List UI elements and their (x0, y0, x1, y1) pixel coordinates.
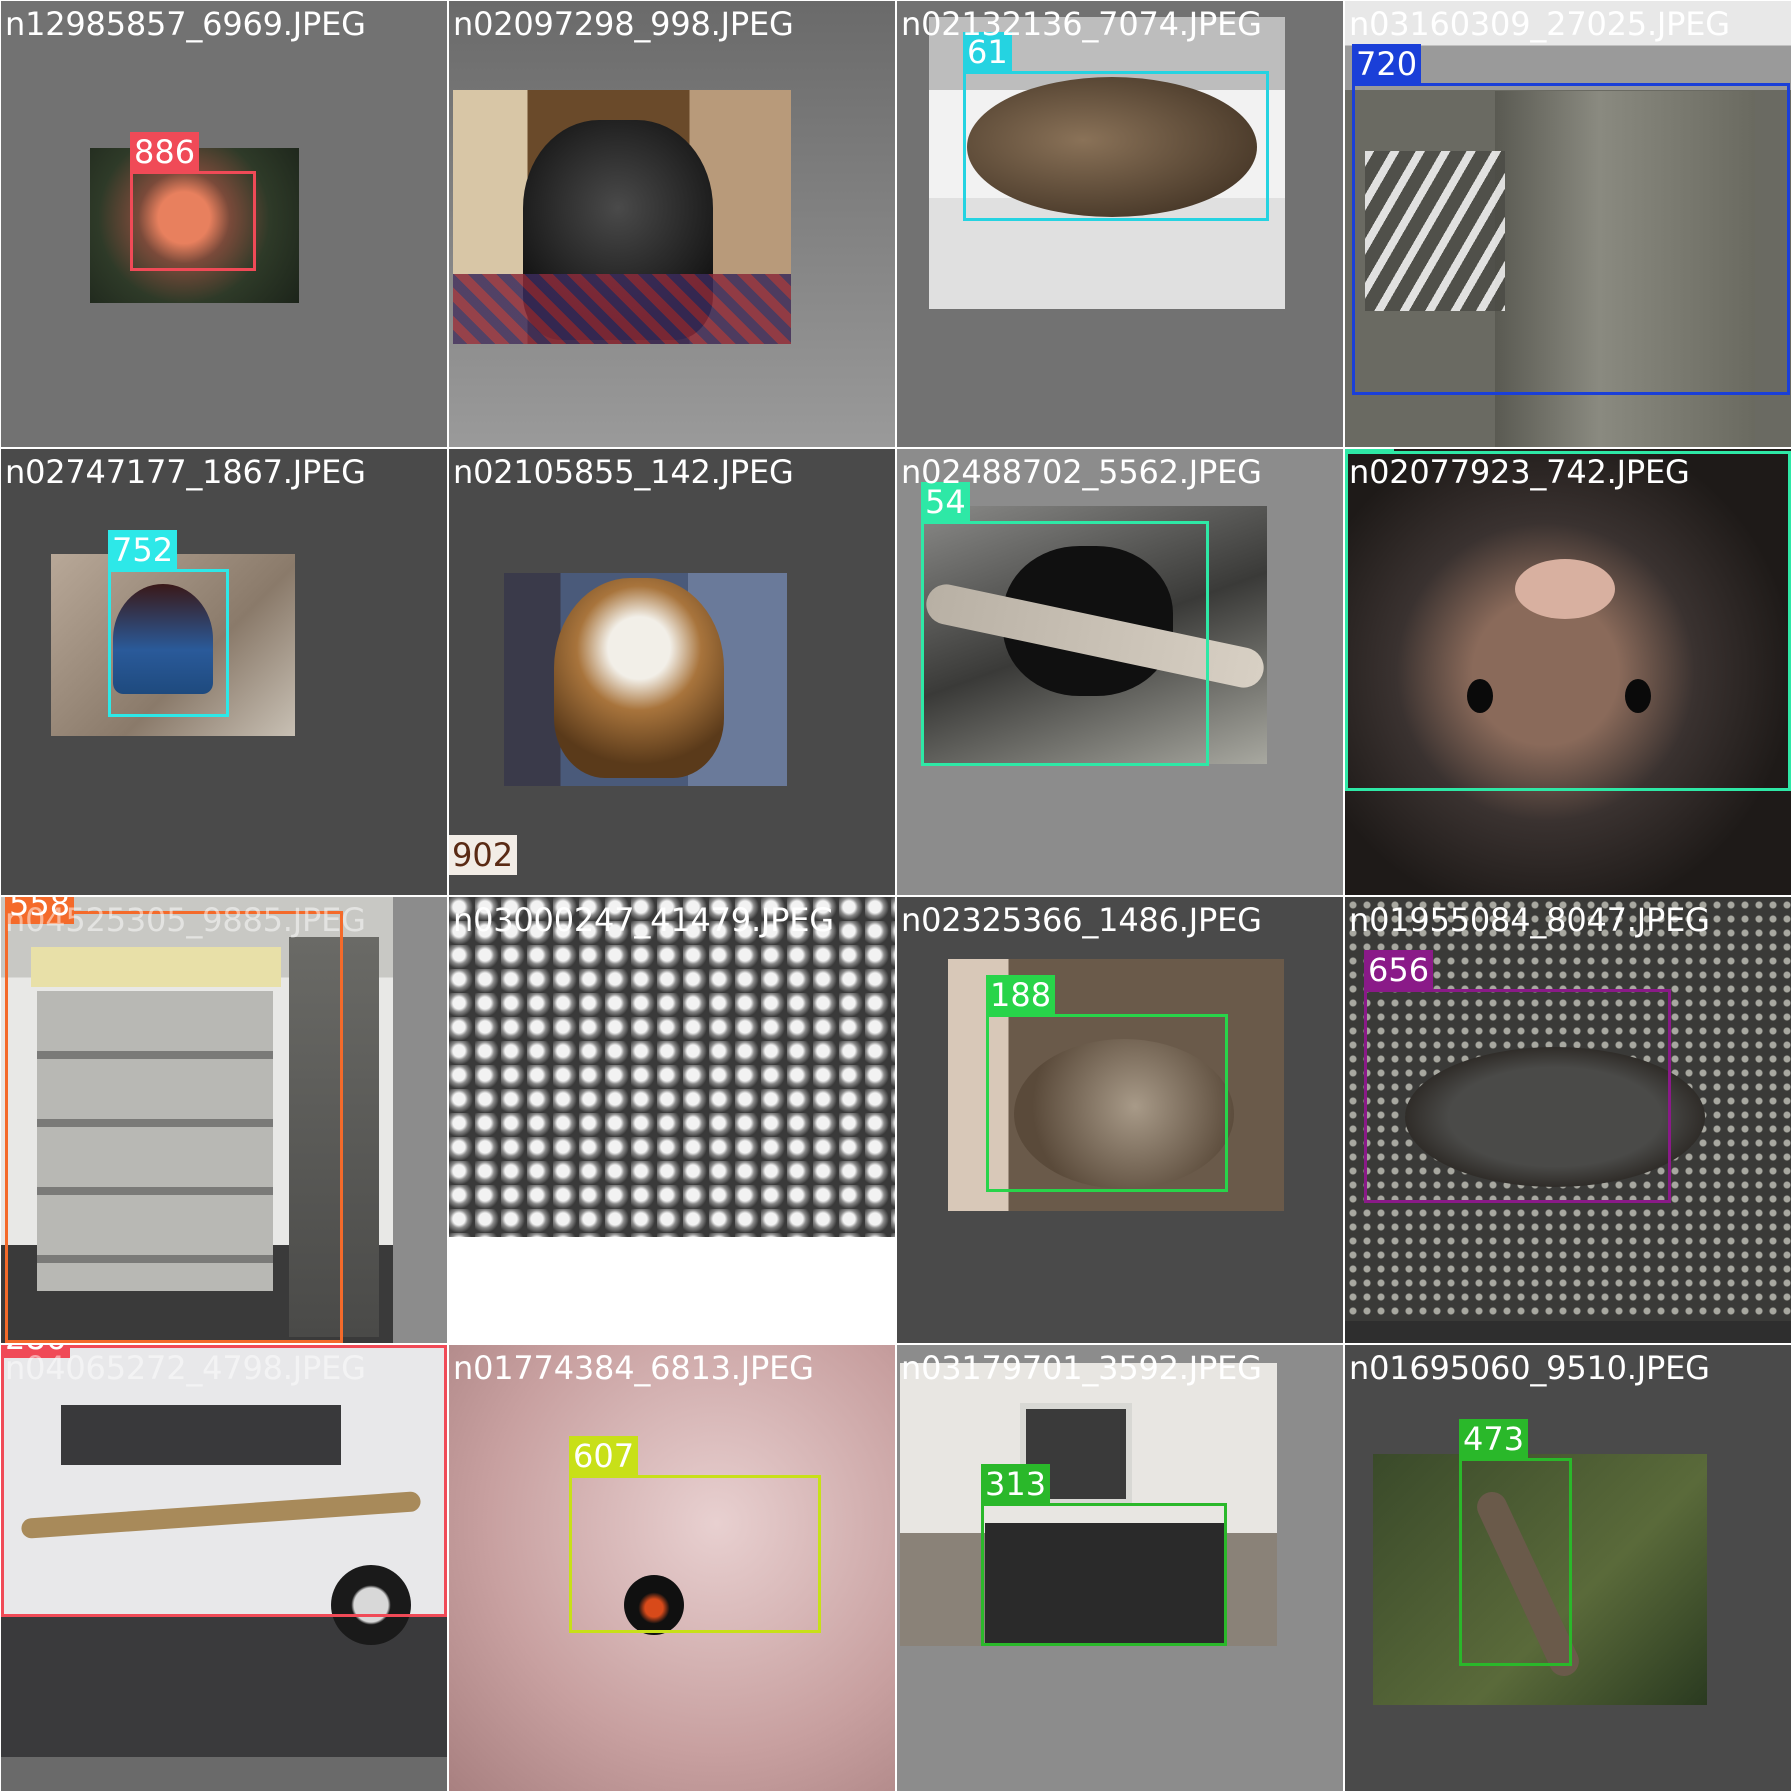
filename: n02325366_1486.JPEG (901, 901, 1262, 939)
bbox-label-902: 902 (449, 835, 518, 875)
bbox-558: 558 (5, 897, 343, 1343)
bbox-473: 473 (1459, 1419, 1572, 1666)
filename: n02077923_742.JPEG (1349, 453, 1690, 491)
bbox-label-473: 473 (1459, 1419, 1529, 1459)
bbox-61: 61 (963, 32, 1269, 221)
filename: n04065272_4798.JPEG (5, 1349, 366, 1387)
bbox-188: 188 (986, 975, 1228, 1192)
tile-10: n03000247_41479.JPEG (449, 897, 895, 1343)
filename: n02097298_998.JPEG (453, 5, 794, 43)
tile-9: 558 n04525305_9885.JPEG (1, 897, 447, 1343)
photo-sheltie (504, 573, 787, 786)
filename: n03179701_3592.JPEG (901, 1349, 1262, 1387)
filename: n02747177_1867.JPEG (5, 453, 366, 491)
filename: n02105855_142.JPEG (453, 453, 794, 491)
tile-8: 14 n02077923_742.JPEG (1345, 449, 1791, 895)
tile-2: n02097298_998.JPEG (449, 1, 895, 447)
filename: n03000247_41479.JPEG (453, 901, 834, 939)
filename: n02488702_5562.JPEG (901, 453, 1262, 491)
bbox-label-752: 752 (108, 530, 178, 570)
bbox-720: 720 (1352, 44, 1790, 395)
tile-7: 54 n02488702_5562.JPEG (897, 449, 1343, 895)
tile-16: 473 n01695060_9510.JPEG (1345, 1345, 1791, 1791)
bbox-label-14: 14 (1345, 449, 1394, 452)
bbox-label-188: 188 (986, 975, 1056, 1015)
bbox-313: 313 (981, 1464, 1227, 1646)
tile-4: 720 n03160309_27025.JPEG (1345, 1, 1791, 447)
bbox-902: 902 (449, 835, 518, 875)
bbox-label-607: 607 (569, 1436, 639, 1476)
tile-5: 752 n02747177_1867.JPEG (1, 449, 447, 895)
bbox-label-656: 656 (1364, 950, 1434, 990)
filename: n01695060_9510.JPEG (1349, 1349, 1710, 1387)
photo-scottish-terrier (453, 90, 791, 344)
filename: n01955084_8047.JPEG (1349, 901, 1710, 939)
tile-6: 902 n02105855_142.JPEG (449, 449, 895, 895)
bbox-label-720: 720 (1352, 44, 1422, 84)
tile-14: 607 n01774384_6813.JPEG (449, 1345, 895, 1791)
bbox-886: 886 (130, 132, 256, 271)
bbox-607: 607 (569, 1436, 821, 1633)
bbox-752: 752 (108, 530, 229, 717)
bbox-14: 14 (1345, 449, 1791, 791)
tile-11: 188 n02325366_1486.JPEG (897, 897, 1343, 1343)
filename: n04525305_9885.JPEG (5, 901, 366, 939)
tile-13: 286 n04065272_4798.JPEG (1, 1345, 447, 1791)
bbox-label-886: 886 (130, 132, 200, 172)
mosaic-grid: 886 n12985857_6969.JPEG n02097298_998.JP… (0, 0, 1792, 1792)
bbox-54: 54 (921, 482, 1209, 766)
filename: n01774384_6813.JPEG (453, 1349, 814, 1387)
bbox-656: 656 (1364, 950, 1671, 1203)
tile-12: 656 n01955084_8047.JPEG (1345, 897, 1791, 1343)
filename: n12985857_6969.JPEG (5, 5, 366, 43)
bbox-label-313: 313 (981, 1464, 1051, 1504)
tile-15: 313 n03179701_3592.JPEG (897, 1345, 1343, 1791)
tile-3: 61 n02132136_7074.JPEG (897, 1, 1343, 447)
tile-1: 886 n12985857_6969.JPEG (1, 1, 447, 447)
photo-chain-mail (449, 897, 895, 1237)
filename: n02132136_7074.JPEG (901, 5, 1262, 43)
filename: n03160309_27025.JPEG (1349, 5, 1730, 43)
